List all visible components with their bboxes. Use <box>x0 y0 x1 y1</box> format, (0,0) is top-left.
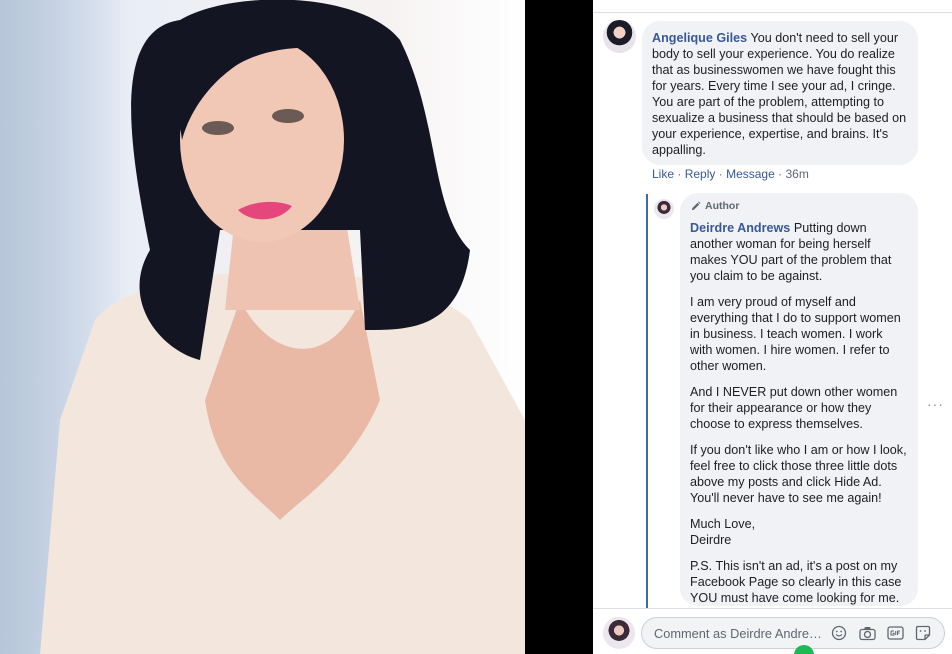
reply-link[interactable]: Reply <box>685 167 716 181</box>
reply-paragraph: P.S. This isn't an ad, it's a post on my… <box>690 559 902 605</box>
like-link[interactable]: Like <box>652 167 674 181</box>
author-badge: Author <box>690 198 908 214</box>
comment-timestamp[interactable]: 36m <box>785 167 808 181</box>
more-options-icon[interactable]: ··· <box>927 396 944 412</box>
reply-thread-line <box>646 194 648 608</box>
composer-tools <box>830 624 932 642</box>
reply-paragraph: If you don't like who I am or how I look… <box>690 443 907 505</box>
pencil-icon <box>691 201 701 210</box>
portrait-photo <box>0 0 525 654</box>
composer-divider <box>593 608 952 609</box>
emoji-icon[interactable] <box>830 624 848 642</box>
sticker-icon[interactable] <box>914 624 932 642</box>
reply-paragraph: And I NEVER put down other women for the… <box>690 385 898 431</box>
reply-signoff: Much Love, Deirdre <box>690 516 908 548</box>
comment-input[interactable]: Comment as Deirdre Andre… <box>641 617 945 649</box>
right-eye-shape <box>272 109 304 123</box>
author-tag-label: Author <box>705 200 740 212</box>
message-link[interactable]: Message <box>726 167 775 181</box>
portrait-illustration <box>40 0 525 654</box>
composer-avatar <box>603 617 635 649</box>
author-avatar[interactable] <box>654 199 674 219</box>
reply-paragraph: Deirdre Andrews Putting down another wom… <box>690 220 908 284</box>
comment-bubble: Angelique Giles You don't need to sell y… <box>642 21 918 165</box>
separator: · <box>718 167 723 181</box>
gif-icon[interactable] <box>886 624 904 642</box>
comment-input-placeholder[interactable]: Comment as Deirdre Andre… <box>654 626 824 641</box>
commenter-avatar[interactable] <box>603 20 636 53</box>
left-eye-shape <box>202 121 234 135</box>
comment-actions: Like · Reply · Message · 36m <box>652 167 809 181</box>
photo-divider <box>525 0 593 654</box>
reply-bubble: Author Deirdre Andrews Putting down anot… <box>680 193 918 606</box>
author-name[interactable]: Deirdre Andrews <box>690 221 790 235</box>
commenter-name[interactable]: Angelique Giles <box>652 31 747 45</box>
panel-top-border <box>593 0 952 13</box>
comment-text: You don't need to sell your body to sell… <box>652 31 907 157</box>
separator: · <box>778 167 783 181</box>
separator: · <box>677 167 682 181</box>
camera-icon[interactable] <box>858 624 876 642</box>
reply-paragraph: I am very proud of myself and everything… <box>690 295 901 373</box>
signoff-name: Deirdre <box>690 533 732 547</box>
signoff-line: Much Love, <box>690 517 756 531</box>
